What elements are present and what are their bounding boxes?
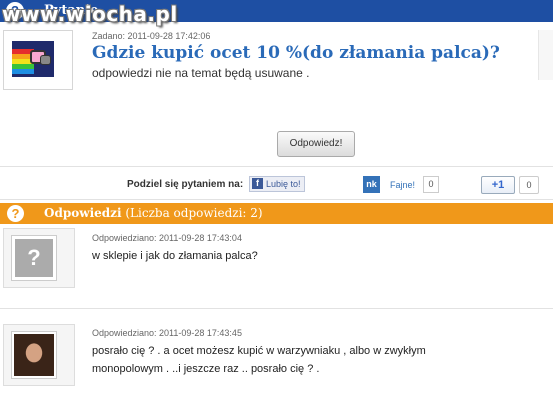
question-title-link[interactable]: Gdzie kupić ocet 10 %(do złamania palca)… bbox=[92, 43, 500, 63]
google-plus-count: 0 bbox=[519, 176, 539, 194]
answer-timestamp: Odpowiedziano: 2011-09-28 17:43:04 bbox=[92, 233, 242, 243]
answer-button[interactable]: Odpowiedz! bbox=[277, 131, 355, 157]
divider bbox=[0, 199, 553, 200]
nk-icon[interactable]: nk bbox=[363, 176, 380, 193]
answer-timestamp: Odpowiedziano: 2011-09-28 17:43:45 bbox=[92, 328, 242, 338]
share-label: Podziel się pytaniem na: bbox=[127, 179, 244, 190]
nk-count: 0 bbox=[423, 176, 439, 193]
divider bbox=[0, 166, 553, 167]
google-plus-one-button[interactable]: +1 bbox=[481, 176, 515, 194]
answers-header-bar: ? Odpowiedzi (Liczba odpowiedzi: 2) bbox=[0, 203, 553, 224]
question-timestamp: Zadano: 2011-09-28 17:42:06 bbox=[92, 31, 211, 41]
unknown-user-icon: ? bbox=[27, 245, 41, 270]
nk-fajne-button[interactable]: Fajne! bbox=[390, 180, 415, 190]
facebook-like-button[interactable]: f Lubię to! bbox=[249, 176, 305, 192]
facebook-icon: f bbox=[252, 178, 263, 189]
answer-avatar-photo[interactable] bbox=[3, 324, 75, 386]
answers-header-title: Odpowiedzi (Liczba odpowiedzi: 2) bbox=[44, 206, 263, 220]
answer-avatar-placeholder[interactable]: ? bbox=[3, 228, 75, 288]
question-mark-icon: ? bbox=[7, 205, 24, 222]
answer-text: w sklepie i jak do złamania palca? bbox=[92, 250, 258, 262]
side-panel-edge bbox=[538, 30, 553, 80]
asker-avatar[interactable] bbox=[3, 30, 73, 90]
facebook-like-label: Lubię to! bbox=[266, 179, 301, 189]
watermark: www.wiocha.pl bbox=[2, 2, 178, 26]
divider bbox=[0, 308, 553, 309]
answer-text-line: posrało cię ? . a ocet możesz kupić w wa… bbox=[92, 345, 426, 357]
answer-text-line: monopolowym . ..i jeszcze raz .. posrało… bbox=[92, 363, 320, 375]
question-description: odpowiedzi nie na temat będą usuwane . bbox=[92, 66, 310, 80]
